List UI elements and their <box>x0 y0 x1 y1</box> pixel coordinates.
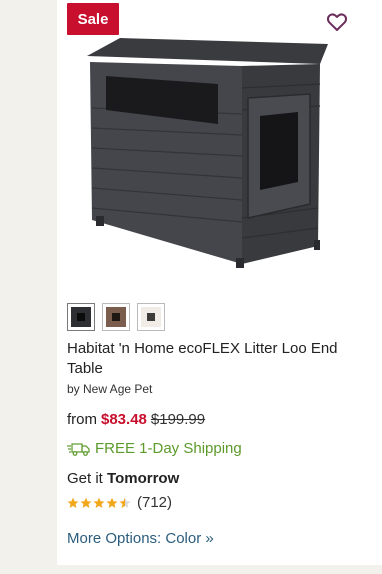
swatch-white-chip <box>141 307 161 327</box>
delivery-info: Get it Tomorrow <box>67 470 179 487</box>
review-count: (712) <box>137 494 173 511</box>
more-options-link[interactable]: More Options: Color » <box>67 530 214 547</box>
shipping-label: FREE 1-Day Shipping <box>95 440 242 457</box>
sale-price: $83.48 <box>101 411 147 428</box>
swatch-brown[interactable] <box>102 303 130 331</box>
rating[interactable]: (712) <box>67 494 172 511</box>
product-image[interactable] <box>82 32 332 272</box>
rating-stars <box>67 497 131 509</box>
shipping-info: FREE 1-Day Shipping <box>67 440 242 457</box>
price-row: from $83.48 $199.99 <box>67 411 205 428</box>
delivery-day: Tomorrow <box>107 470 180 487</box>
star-icon <box>119 497 131 508</box>
truck-icon <box>67 442 90 456</box>
sale-badge: Sale <box>67 3 119 35</box>
price-prefix: from <box>67 411 97 428</box>
star-icon <box>67 497 79 508</box>
product-title[interactable]: Habitat 'n Home ecoFLEX Litter Loo End T… <box>67 339 377 379</box>
color-swatches <box>67 303 165 331</box>
delivery-prefix: Get it <box>67 470 103 487</box>
star-icon <box>106 497 118 508</box>
star-icon <box>93 497 105 508</box>
star-icon <box>80 497 92 508</box>
product-card[interactable]: Sale Habitat 'n Home ecoFLEX Litter Loo … <box>57 0 382 565</box>
swatch-white[interactable] <box>137 303 165 331</box>
original-price: $199.99 <box>150 411 206 428</box>
swatch-black[interactable] <box>67 303 95 331</box>
swatch-brown-chip <box>106 307 126 327</box>
swatch-black-chip <box>71 307 91 327</box>
favorite-heart-icon[interactable] <box>325 10 349 34</box>
product-brand: by New Age Pet <box>67 382 153 396</box>
